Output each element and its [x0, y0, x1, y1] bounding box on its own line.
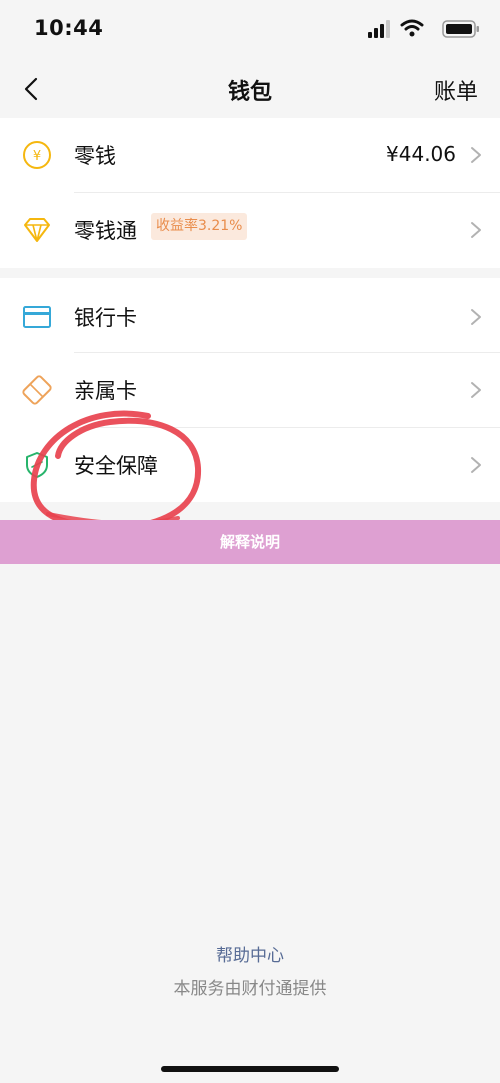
- status-icons: [340, 19, 480, 42]
- bank-card-label: 银行卡: [74, 306, 137, 330]
- annotation-circle: [30, 410, 202, 531]
- status-bar: 10:44: [0, 0, 500, 60]
- yuan-coin-icon: ¥: [23, 141, 51, 169]
- change-fund-row[interactable]: 零钱通 收益率3.21%: [0, 193, 500, 268]
- wallet-balance-group: ¥ 零钱 ¥44.06 零钱通 收益率3.21%: [0, 118, 500, 268]
- chevron-right-icon: [471, 457, 481, 473]
- chevron-right-icon: [471, 309, 481, 325]
- family-card-label: 亲属卡: [74, 379, 137, 403]
- bank-card-row[interactable]: 银行卡: [0, 278, 500, 353]
- help-center-link[interactable]: 帮助中心: [0, 941, 500, 966]
- change-label: 零钱: [74, 144, 116, 168]
- explanation-banner: 解释说明: [0, 520, 500, 564]
- wifi-icon: [400, 19, 424, 37]
- change-row[interactable]: ¥ 零钱 ¥44.06: [0, 118, 500, 193]
- change-fund-label: 零钱通: [74, 219, 137, 243]
- family-card-icon: [22, 375, 52, 405]
- status-time: 10:44: [34, 16, 104, 40]
- chevron-right-icon: [471, 147, 481, 163]
- page-title: 钱包: [227, 80, 272, 105]
- chevron-right-icon: [471, 222, 481, 238]
- bank-card-icon: [23, 306, 51, 328]
- battery-icon: [442, 20, 479, 38]
- signal-icon: [368, 20, 390, 38]
- nav-bar: 钱包 账单: [0, 60, 500, 118]
- yield-rate-badge: 收益率3.21%: [151, 213, 248, 240]
- service-provider-text: 本服务由财付通提供: [173, 979, 327, 999]
- chevron-right-icon: [471, 382, 481, 398]
- diamond-icon: [24, 218, 50, 242]
- change-balance: ¥44.06: [386, 142, 456, 166]
- svg-text:¥: ¥: [33, 149, 41, 164]
- bill-button[interactable]: 账单: [434, 74, 478, 106]
- home-indicator[interactable]: [161, 1066, 339, 1072]
